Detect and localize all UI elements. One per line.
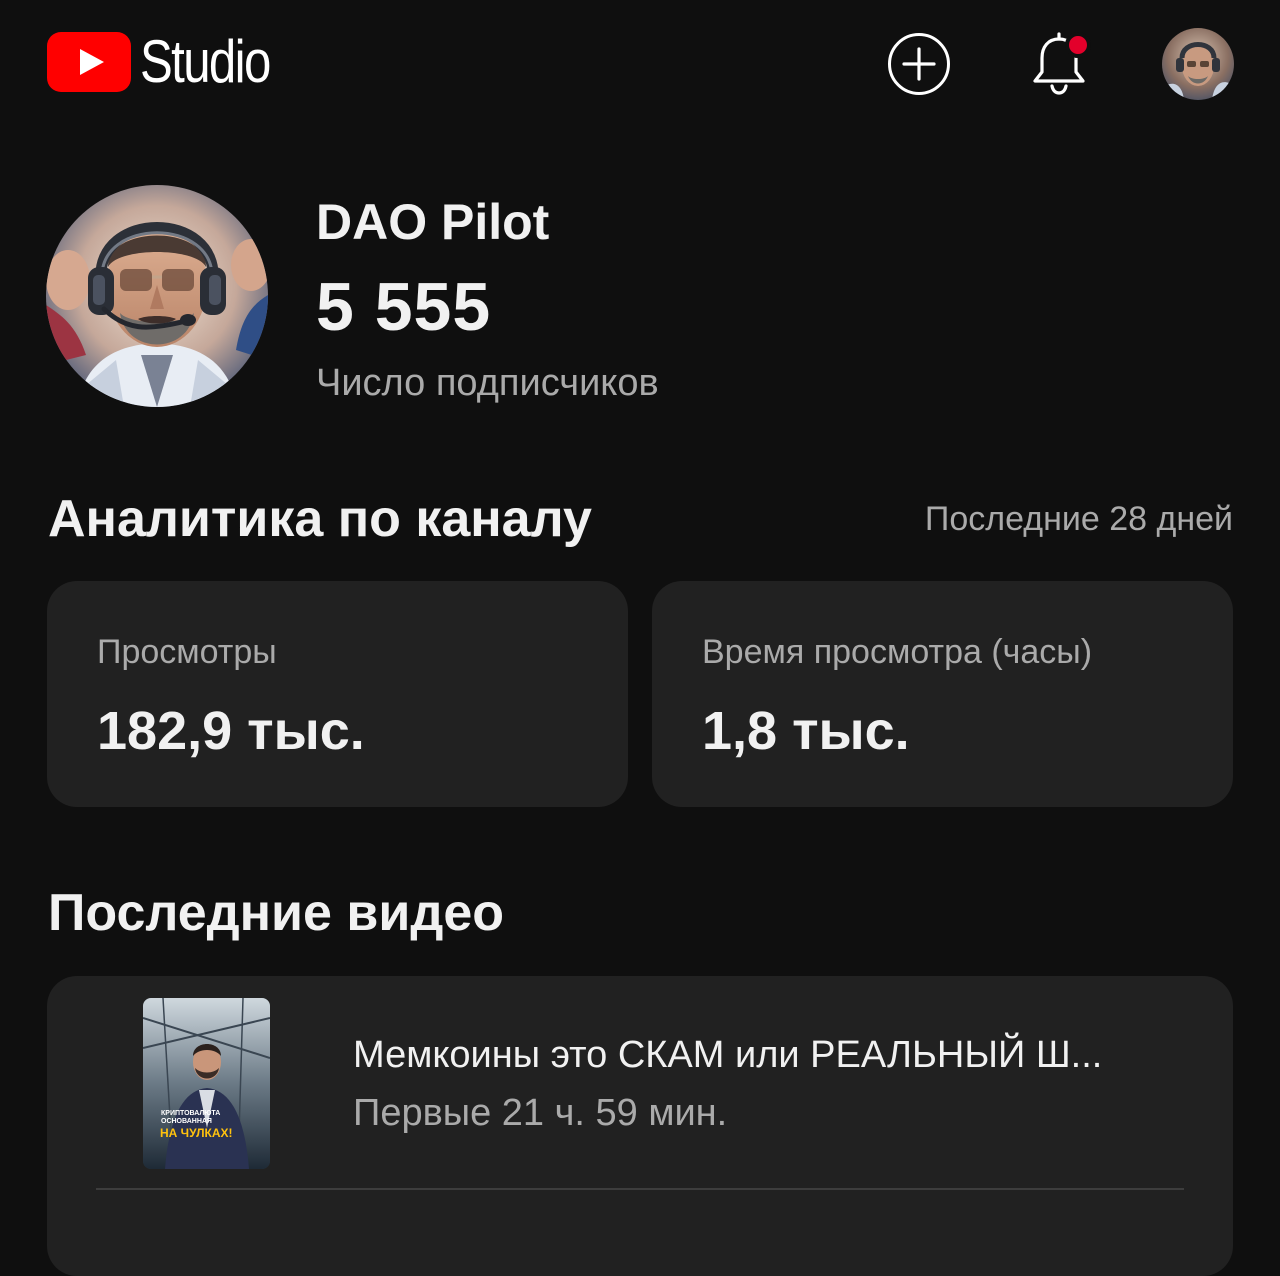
latest-videos-title: Последние видео (48, 884, 505, 942)
views-value: 182,9 тыс. (97, 701, 365, 761)
thumbnail-caption: Криптовалюта основанная (161, 1110, 221, 1125)
views-card[interactable]: Просмотры 182,9 тыс. (47, 581, 628, 807)
channel-avatar[interactable] (46, 185, 268, 407)
plus-circle-icon (888, 33, 950, 95)
youtube-studio-logo[interactable]: Studio (47, 32, 298, 92)
account-avatar-image (1162, 28, 1234, 100)
video-thumbnail-image (143, 998, 270, 1169)
top-app-bar: Studio (0, 0, 1280, 130)
youtube-play-icon (47, 32, 131, 92)
list-divider (96, 1188, 1184, 1190)
watch-time-card[interactable]: Время просмотра (часы) 1,8 тыс. (652, 581, 1233, 807)
account-avatar[interactable] (1162, 28, 1234, 100)
video-performance: Первые 21 ч. 59 мин. (353, 1092, 728, 1134)
notifications-button[interactable] (1024, 30, 1094, 100)
video-title: Мемкоины это СКАМ или РЕАЛЬНЫЙ Ш... (353, 1034, 1103, 1076)
analytics-period: Последние 28 дней (924, 500, 1233, 538)
create-button[interactable] (886, 31, 952, 97)
logo-text: Studio (140, 28, 271, 95)
notification-badge (1065, 32, 1091, 58)
channel-avatar-image (46, 185, 268, 407)
video-list-item[interactable]: Криптовалюта основанная НА ЧУЛКАХ! Мемко… (47, 976, 1233, 1188)
watch-time-label: Время просмотра (часы) (702, 633, 1093, 671)
video-thumbnail: Криптовалюта основанная НА ЧУЛКАХ! (143, 998, 270, 1169)
latest-videos-card: Криптовалюта основанная НА ЧУЛКАХ! Мемко… (47, 976, 1233, 1276)
thumbnail-caption-highlight: НА ЧУЛКАХ! (160, 1126, 233, 1140)
channel-name: DAO Pilot (316, 194, 550, 250)
analytics-section-title: Аналитика по каналу (48, 490, 592, 548)
subscriber-count-label: Число подписчиков (316, 362, 659, 404)
watch-time-value: 1,8 тыс. (702, 701, 910, 761)
subscriber-count: 5 555 (316, 269, 492, 345)
views-label: Просмотры (97, 633, 277, 671)
